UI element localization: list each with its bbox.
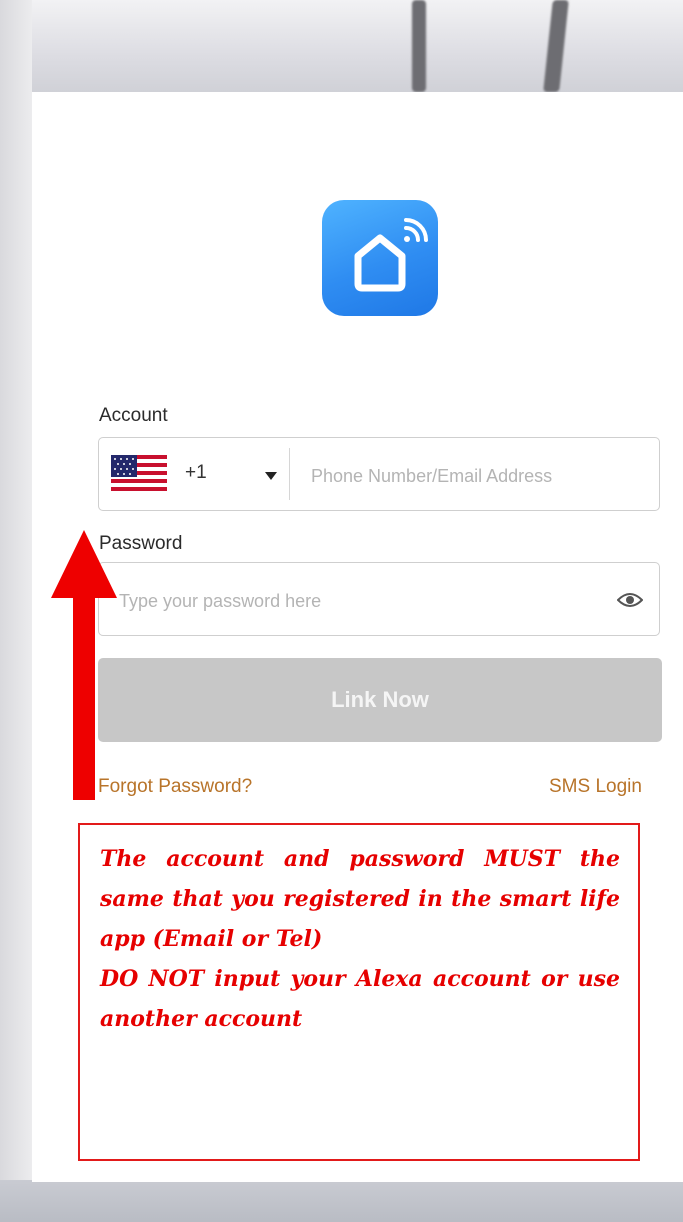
password-field [98,562,660,636]
sms-login-link[interactable]: SMS Login [549,776,642,798]
country-code-selector[interactable]: +1 [99,438,289,510]
blurred-background-bottom [0,1180,683,1222]
us-flag-icon [111,455,167,500]
eye-icon[interactable] [616,591,644,614]
blurred-background-left [0,0,32,1222]
notice-line-2: DO NOT input your Alexa account or use a… [100,966,620,1032]
warning-notice-box: The account and password MUST the same t… [78,823,640,1161]
country-dial-code: +1 [185,462,207,483]
account-label: Account [99,405,168,426]
account-field: +1 [98,437,660,511]
password-input[interactable] [117,587,591,615]
field-divider [289,448,290,500]
account-input[interactable] [309,462,643,490]
red-arrow-shaft [73,595,95,800]
notice-line-1: The account and password MUST the same t… [100,846,620,952]
background-streak [412,0,426,92]
forgot-password-link[interactable]: Forgot Password? [98,776,252,798]
link-now-button[interactable]: Link Now [98,658,662,742]
blurred-background-top [0,0,683,95]
smart-home-app-logo-icon [322,200,438,316]
warning-notice-text: The account and password MUST the same t… [100,839,620,1039]
red-up-arrow-icon [51,530,117,598]
caret-down-icon [265,472,277,480]
